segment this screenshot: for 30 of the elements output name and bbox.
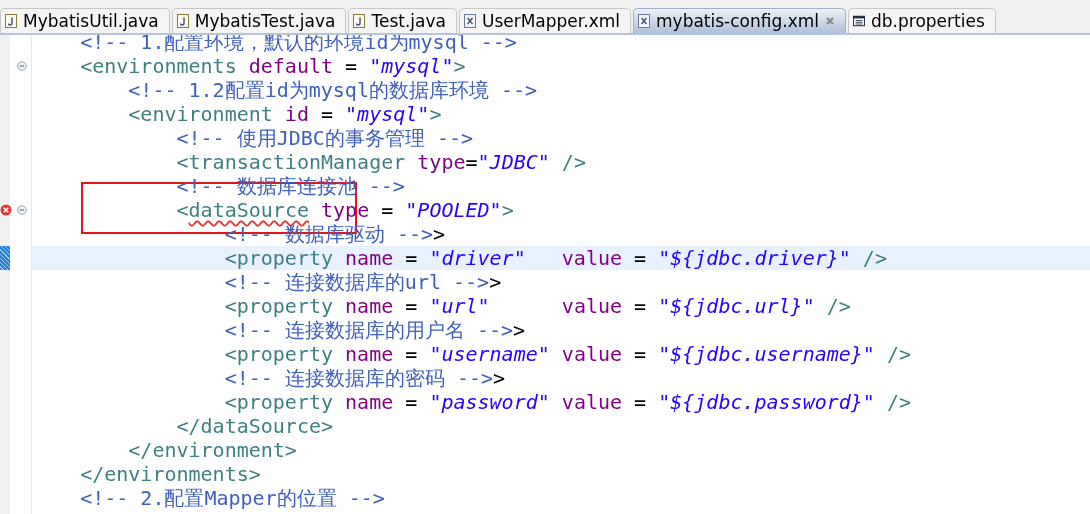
editor-tab[interactable]: MybatisUtil.java [0,8,170,33]
code-line: <property name = "password" value = "${jdbc.password}" /> [223,390,912,414]
code-line: </environments> [79,462,261,486]
code-line: <transactionManager type="JDBC" /> [175,150,586,174]
properties-file-icon [853,14,865,28]
code-line: </dataSource> [175,414,334,438]
close-icon[interactable] [825,16,835,26]
xml-file-icon [638,14,650,28]
java-file-icon [5,14,17,28]
editor-tab[interactable]: mybatis-config.xml [633,8,846,33]
code-line: <!-- 连接数据库的url -->> [223,270,502,294]
collapse-icon[interactable] [17,61,27,71]
code-line: </environment> [127,438,297,462]
code-line: <environments default = "mysql"> [79,54,466,78]
xml-file-icon [463,14,476,28]
code-line: <!-- 2.配置Mapper的位置 --> [79,486,385,510]
code-line: <!-- 连接数据库的用户名 -->> [223,318,526,342]
code-line: <environment id = "mysql"> [127,102,442,126]
collapse-icon[interactable] [17,205,27,215]
editor-tab[interactable]: UserMapper.xml [458,8,631,33]
java-file-icon [176,14,189,28]
code-line: <!-- 连接数据库的密码 -->> [223,366,506,390]
code-line: <!-- 1.2配置id为mysql的数据库环境 --> [127,78,538,102]
code-line: <!-- 使用JDBC的事务管理 --> [175,126,474,150]
editor-tab[interactable]: Test.java [348,8,457,33]
editor-tab[interactable]: db.properties [848,8,996,33]
editor-tab[interactable]: MybatisTest.java [171,8,347,33]
code-line: <property name = "url" value = "${jdbc.url}" /> [223,294,851,318]
java-file-icon [353,14,366,28]
code-line: <property name = "username" value = "${jdbc.username}" /> [223,342,912,366]
